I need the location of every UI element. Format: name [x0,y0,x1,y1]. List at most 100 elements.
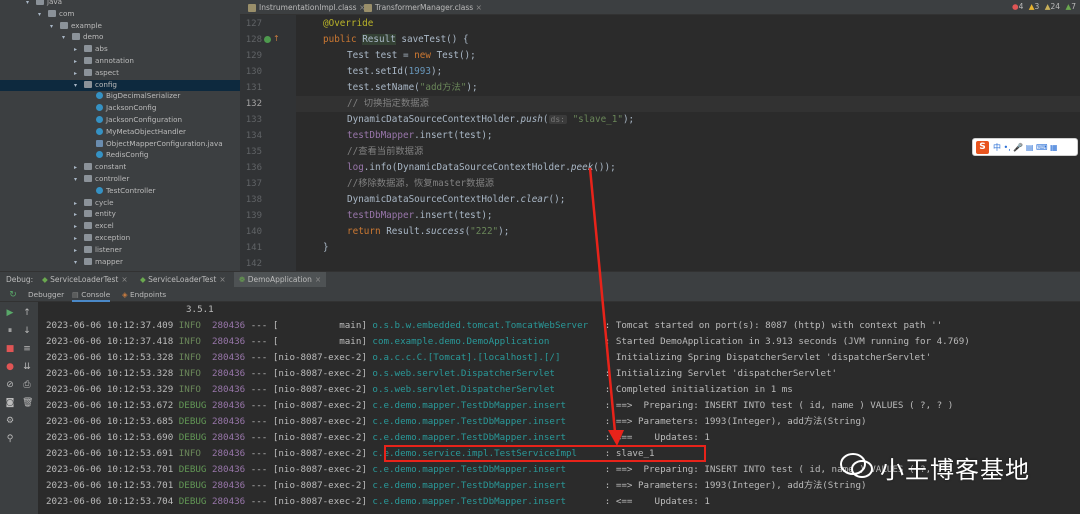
tree-item-listener[interactable]: ▸ listener [74,244,122,255]
console-line: 2023-06-06 10:12:53.328 INFO 280436 --- … [46,350,931,366]
tree-item-entity[interactable]: ▸ entity [74,208,116,219]
folder-icon [84,210,92,218]
tab-instrumentation-impl[interactable]: InstrumentationImpl.class × [244,0,365,15]
settings-icon[interactable]: ⚙ [5,416,15,426]
log-lvl: INFO [173,384,207,395]
code-editor[interactable]: InstrumentationImpl.class × TransformerM… [240,0,1080,271]
class-icon [96,127,103,135]
log-sep: --- [245,416,273,427]
tree-item-mapper[interactable]: ▾ mapper [74,256,123,267]
breakpoints-icon[interactable]: ● [5,362,15,372]
tree-item-abs[interactable]: ▸ abs [74,43,108,54]
tree-item-bigdecimalserializer[interactable]: BigDecimalSerializer [86,90,180,101]
tab-debugger[interactable]: Debugger [28,287,64,302]
expand-arrow-icon[interactable]: ▾ [38,9,48,20]
tab-transformer-manager[interactable]: TransformerManager.class × [360,0,482,15]
ime-tools[interactable]: 中 •, 🎤 ▤ ⌨ ▦ [993,142,1058,153]
expand-arrow-icon[interactable]: ▸ [74,68,84,79]
log-ts: 2023-06-06 10:12:53.328 [46,368,174,379]
camera-icon[interactable]: ◙ [5,398,15,408]
inspection-widget[interactable]: ●4 ▲3 ▲24 ▲7 [1012,2,1076,11]
tree-item-label: controller [95,174,130,183]
tree-item-excel[interactable]: ▸ excel [74,220,114,231]
tree-item-testcontroller[interactable]: TestController [86,185,156,196]
log-logger: o.s.web.servlet.DispatcherServlet [366,384,600,395]
log-thr: [nio-8087-exec-2] [272,496,367,507]
debug-tab-serviceloadertest-2[interactable]: ◆ ServiceLoaderTest × [140,272,226,288]
debug-tab-demoapplication[interactable]: ❁ DemoApplication × [234,272,327,288]
tree-item-jacksonconfiguration[interactable]: JacksonConfiguration [86,114,182,125]
log-ts: 2023-06-06 10:12:53.691 [46,448,174,459]
tree-item-label: cycle [95,197,114,207]
debug-tab-serviceloadertest-1[interactable]: ◆ ServiceLoaderTest × [42,272,128,288]
tree-item-config[interactable]: ▾ config [74,79,117,90]
log-ts: 2023-06-06 10:12:53.672 [46,400,174,411]
log-pid: 280436 [206,400,246,411]
ime-toolbar[interactable]: S 中 •, 🎤 ▤ ⌨ ▦ [972,138,1078,156]
tree-item-label: exception [95,233,131,242]
class-icon [96,104,103,112]
scroll-end-icon[interactable]: ⇊ [22,362,32,372]
debug-subtab-bar: ↻ Debugger ▤ Console ◈ Endpoints [0,287,1080,302]
log-msg: : Initializing Spring DispatcherServlet … [599,352,932,363]
tree-item-annotation[interactable]: ▸ annotation [74,55,134,66]
tree-item-aspect[interactable]: ▸ aspect [74,67,119,78]
tree-item-constant[interactable]: ▸ constant [74,161,126,172]
override-gutter-icon[interactable]: ↑ [273,34,280,43]
expand-arrow-icon[interactable]: ▾ [74,80,84,91]
rerun-icon[interactable]: ↻ [8,290,18,300]
tab-console[interactable]: ▤ Console [72,287,111,302]
run-gutter-icon[interactable] [264,36,271,43]
resume-icon[interactable]: ▶ [5,308,15,318]
tree-item-exception[interactable]: ▸ exception [74,232,130,243]
expand-arrow-icon[interactable]: ▸ [74,56,84,67]
code-line-128: public Result saveTest() { [323,34,469,45]
tree-item-example[interactable]: ▾ example [50,20,102,31]
log-pid: 280436 [206,496,246,507]
line-number: 140 [245,227,262,237]
expand-arrow-icon[interactable]: ▸ [74,162,84,173]
expand-arrow-icon[interactable]: ▾ [74,174,84,185]
code-line-141: } [323,242,329,253]
pause-icon[interactable]: ⏸ [5,326,15,336]
print-icon[interactable]: ⎙ [22,380,32,390]
tree-item-java[interactable]: ▾ java [26,0,62,7]
expand-arrow-icon[interactable]: ▸ [74,198,84,209]
sogou-logo-icon: S [976,141,989,154]
tree-item-label: entity [95,209,116,219]
up-arrow-icon[interactable]: ↑ [22,308,32,318]
expand-arrow-icon[interactable]: ▾ [74,257,84,268]
tree-item-mymetaobjecthandler[interactable]: MyMetaObjectHandler [86,126,186,137]
log-sep: --- [245,320,273,331]
stop-icon[interactable]: ■ [5,344,15,354]
expand-arrow-icon[interactable]: ▾ [50,21,60,32]
expand-arrow-icon[interactable]: ▸ [74,44,84,55]
log-msg: : ==> Parameters: 1993(Integer), add方法(S… [599,416,867,427]
pin-icon[interactable]: ⚲ [5,434,15,444]
expand-arrow-icon[interactable]: ▾ [62,32,72,43]
tab-endpoints[interactable]: ◈ Endpoints [122,287,166,302]
expand-arrow-icon[interactable]: ▸ [74,245,84,256]
tree-item-jacksonconfig[interactable]: JacksonConfig [86,102,156,113]
mute-breakpoints-icon[interactable]: ⊘ [5,380,15,390]
expand-arrow-icon[interactable]: ▸ [74,221,84,232]
tree-item-label: excel [95,221,114,231]
code-line-132: // 切换指定数据源 [347,98,429,109]
log-lvl: INFO [173,368,207,379]
class-icon [96,151,103,159]
tree-item-com[interactable]: ▾ com [38,8,74,19]
expand-arrow-icon[interactable]: ▸ [74,233,84,244]
tree-item-redisconfig[interactable]: RedisConfig [86,149,148,160]
tree-item-demo[interactable]: ▾ demo [62,31,103,42]
expand-arrow-icon[interactable]: ▸ [74,209,84,220]
down-arrow-icon[interactable]: ↓ [22,326,32,336]
tree-item-label: aspect [95,67,119,77]
expand-arrow-icon[interactable]: ▾ [26,0,36,8]
log-thr: [nio-8087-exec-2] [272,480,367,491]
tree-item-objectmapperconfiguration-java[interactable]: ObjectMapperConfiguration.java [86,138,223,149]
tree-item-cycle[interactable]: ▸ cycle [74,197,114,208]
clear-icon[interactable]: 🗑 [22,398,33,408]
log-logger: c.e.demo.mapper.TestDbMapper.insert [366,432,600,443]
soft-wrap-icon[interactable]: ≡ [22,344,32,354]
tree-item-controller[interactable]: ▾ controller [74,173,129,184]
